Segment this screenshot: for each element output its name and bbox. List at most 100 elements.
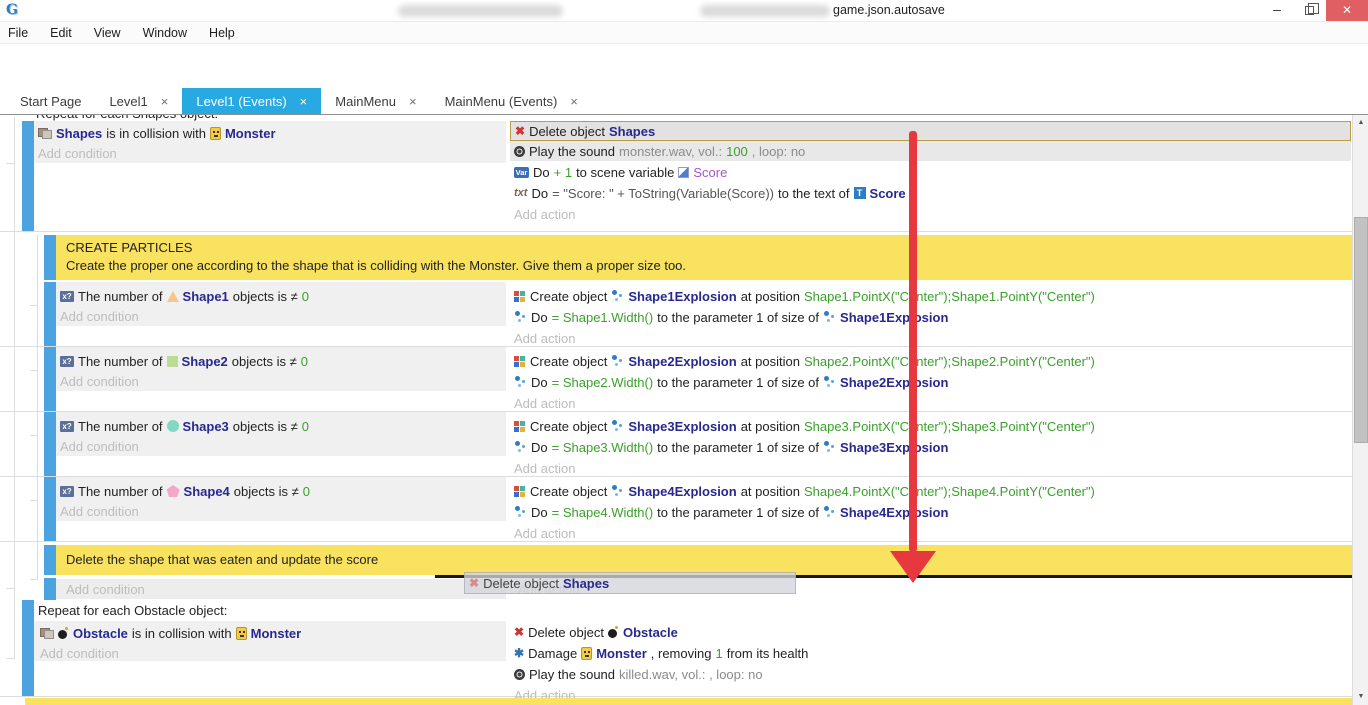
tab-start-page[interactable]: Start Page xyxy=(6,88,95,114)
create-object-icon xyxy=(514,420,526,432)
event-selection-bar[interactable] xyxy=(44,578,56,600)
add-action-link[interactable]: Add action xyxy=(510,393,1351,413)
action-delete-shapes[interactable]: ✖ Delete object Shapes xyxy=(510,121,1351,141)
tab-mainmenu-events[interactable]: MainMenu (Events)× xyxy=(431,88,592,114)
action-scene-variable[interactable]: Var Do + 1 to scene variable Score xyxy=(510,162,1351,182)
action-set-parameter[interactable]: Do = Shape2.Width() to the parameter 1 o… xyxy=(510,372,1351,392)
action-play-sound[interactable]: Play the sound killed.wav, vol.: , loop:… xyxy=(510,664,1351,684)
create-object-icon xyxy=(514,485,526,497)
tab-level1-events[interactable]: Level1 (Events)× xyxy=(182,88,321,114)
comment-delete-shape[interactable]: Delete the shape that was eaten and upda… xyxy=(56,545,1352,575)
add-condition-link[interactable]: Add condition xyxy=(60,371,139,391)
delete-icon: ✖ xyxy=(515,125,525,137)
object-count-icon: x? xyxy=(60,356,74,367)
tab-mainmenu[interactable]: MainMenu× xyxy=(321,88,430,114)
tab-close-icon[interactable]: × xyxy=(300,94,308,109)
shape3-icon xyxy=(167,420,179,432)
condition-row[interactable]: x? The number of Shape4 objects is ≠ 0 xyxy=(60,481,310,501)
app-logo-icon: G xyxy=(6,2,18,18)
sound-icon xyxy=(514,146,525,157)
action-damage-monster[interactable]: ✱ Damage Monster , removing 1 from its h… xyxy=(510,643,1351,663)
event-shape2[interactable]: x? The number of Shape2 objects is ≠ 0 A… xyxy=(0,347,1352,412)
tab-close-icon[interactable]: × xyxy=(570,94,578,109)
event-selection-bar[interactable] xyxy=(44,235,56,280)
particles-icon xyxy=(514,506,527,518)
event-shape1[interactable]: x? The number of Shape1 objects is ≠ 0 A… xyxy=(0,282,1352,347)
tab-close-icon[interactable]: × xyxy=(409,94,417,109)
particles-icon xyxy=(823,376,836,388)
action-set-text[interactable]: txt Do = "Score: " + ToString(Variable(S… xyxy=(510,183,1351,203)
monster-icon xyxy=(236,627,247,640)
scroll-down-icon[interactable]: ▼ xyxy=(1353,689,1368,705)
menu-view[interactable]: View xyxy=(94,26,121,40)
condition-row[interactable]: x? The number of Shape3 objects is ≠ 0 xyxy=(60,416,309,436)
particles-icon xyxy=(611,290,624,302)
menu-window[interactable]: Window xyxy=(143,26,187,40)
event-selection-bar[interactable] xyxy=(44,412,56,476)
add-condition-link[interactable]: Add condition xyxy=(60,306,139,326)
condition-row[interactable]: Obstacle is in collision with Monster xyxy=(40,623,301,643)
action-create-object[interactable]: Create object Shape2Explosion at positio… xyxy=(510,351,1351,371)
particles-icon xyxy=(823,311,836,323)
action-create-object[interactable]: Create object Shape4Explosion at positio… xyxy=(510,481,1351,501)
action-play-sound[interactable]: Play the sound monster.wav, vol.: 100 , … xyxy=(510,141,1351,161)
add-action-link[interactable]: Add action xyxy=(510,328,1351,348)
scrollbar-thumb[interactable] xyxy=(1354,217,1368,443)
add-condition-link[interactable]: Add condition xyxy=(60,436,139,456)
bomb-icon xyxy=(608,626,619,638)
action-set-parameter[interactable]: Do = Shape1.Width() to the parameter 1 o… xyxy=(510,307,1351,327)
repeat-obstacle-header[interactable]: Repeat for each Obstacle object: xyxy=(38,603,227,618)
event-shape3[interactable]: x? The number of Shape3 objects is ≠ 0 A… xyxy=(0,412,1352,477)
action-delete-obstacle[interactable]: ✖ Delete object Obstacle xyxy=(510,622,1351,642)
action-create-object[interactable]: Create object Shape3Explosion at positio… xyxy=(510,416,1351,436)
damage-icon: ✱ xyxy=(514,647,524,659)
collision-icon xyxy=(38,128,52,139)
particles-icon xyxy=(514,376,527,388)
menu-help[interactable]: Help xyxy=(209,26,235,40)
condition-row[interactable]: x? The number of Shape1 objects is ≠ 0 xyxy=(60,286,309,306)
scene-variable-icon xyxy=(678,167,689,178)
scroll-up-icon[interactable]: ▲ xyxy=(1353,115,1368,131)
annotation-arrow-head xyxy=(890,551,936,583)
action-set-parameter[interactable]: Do = Shape3.Width() to the parameter 1 o… xyxy=(510,437,1351,457)
add-condition-link[interactable]: Add condition xyxy=(60,501,139,521)
add-condition-link[interactable]: Add condition xyxy=(40,643,119,663)
event-selection-bar[interactable] xyxy=(44,282,56,346)
delete-icon: ✖ xyxy=(514,626,524,638)
condition-row[interactable]: Shapes is in collision with Monster xyxy=(38,123,276,143)
add-condition-link[interactable]: Add condition xyxy=(66,579,145,599)
text-object-icon: T xyxy=(854,187,866,199)
add-action-link[interactable]: Add action xyxy=(510,523,1351,543)
tab-close-icon[interactable]: × xyxy=(161,94,169,109)
add-action-link[interactable]: Add action xyxy=(510,204,1351,224)
restore-button[interactable] xyxy=(1294,0,1324,21)
particles-icon xyxy=(611,485,624,497)
shape2-icon xyxy=(167,356,178,367)
dragged-action-ghost[interactable]: ✖ Delete object Shapes xyxy=(464,572,796,594)
add-action-link[interactable]: Add action xyxy=(510,458,1351,478)
delete-icon: ✖ xyxy=(469,577,479,589)
action-create-object[interactable]: Create object Shape1Explosion at positio… xyxy=(510,286,1351,306)
add-condition-link[interactable]: Add condition xyxy=(38,143,117,163)
menu-edit[interactable]: Edit xyxy=(50,26,72,40)
event-repeat-obstacle[interactable]: Repeat for each Obstacle object: Obstacl… xyxy=(0,600,1352,697)
event-repeat-shapes[interactable]: Shapes is in collision with Monster Add … xyxy=(0,121,1352,232)
text-icon: txt xyxy=(514,187,527,199)
event-selection-bar[interactable] xyxy=(44,347,56,411)
event-selection-bar[interactable] xyxy=(44,477,56,541)
menu-file[interactable]: File xyxy=(8,26,28,40)
tab-level1[interactable]: Level1× xyxy=(95,88,182,114)
comment-clipped-bottom[interactable] xyxy=(25,698,1352,705)
event-shape4[interactable]: x? The number of Shape4 objects is ≠ 0 A… xyxy=(0,477,1352,542)
collision-icon xyxy=(40,628,54,639)
minimize-button[interactable]: – xyxy=(1262,0,1292,21)
condition-row[interactable]: x? The number of Shape2 objects is ≠ 0 xyxy=(60,351,308,371)
action-set-parameter[interactable]: Do = Shape4.Width() to the parameter 1 o… xyxy=(510,502,1351,522)
close-button[interactable]: ✕ xyxy=(1326,0,1368,21)
event-selection-bar[interactable] xyxy=(44,545,56,575)
vertical-scrollbar[interactable]: ▲ ▼ xyxy=(1352,115,1368,705)
event-selection-bar[interactable] xyxy=(22,600,34,696)
create-object-icon xyxy=(514,290,526,302)
comment-create-particles[interactable]: CREATE PARTICLES Create the proper one a… xyxy=(56,235,1352,280)
event-selection-bar[interactable] xyxy=(22,121,34,231)
